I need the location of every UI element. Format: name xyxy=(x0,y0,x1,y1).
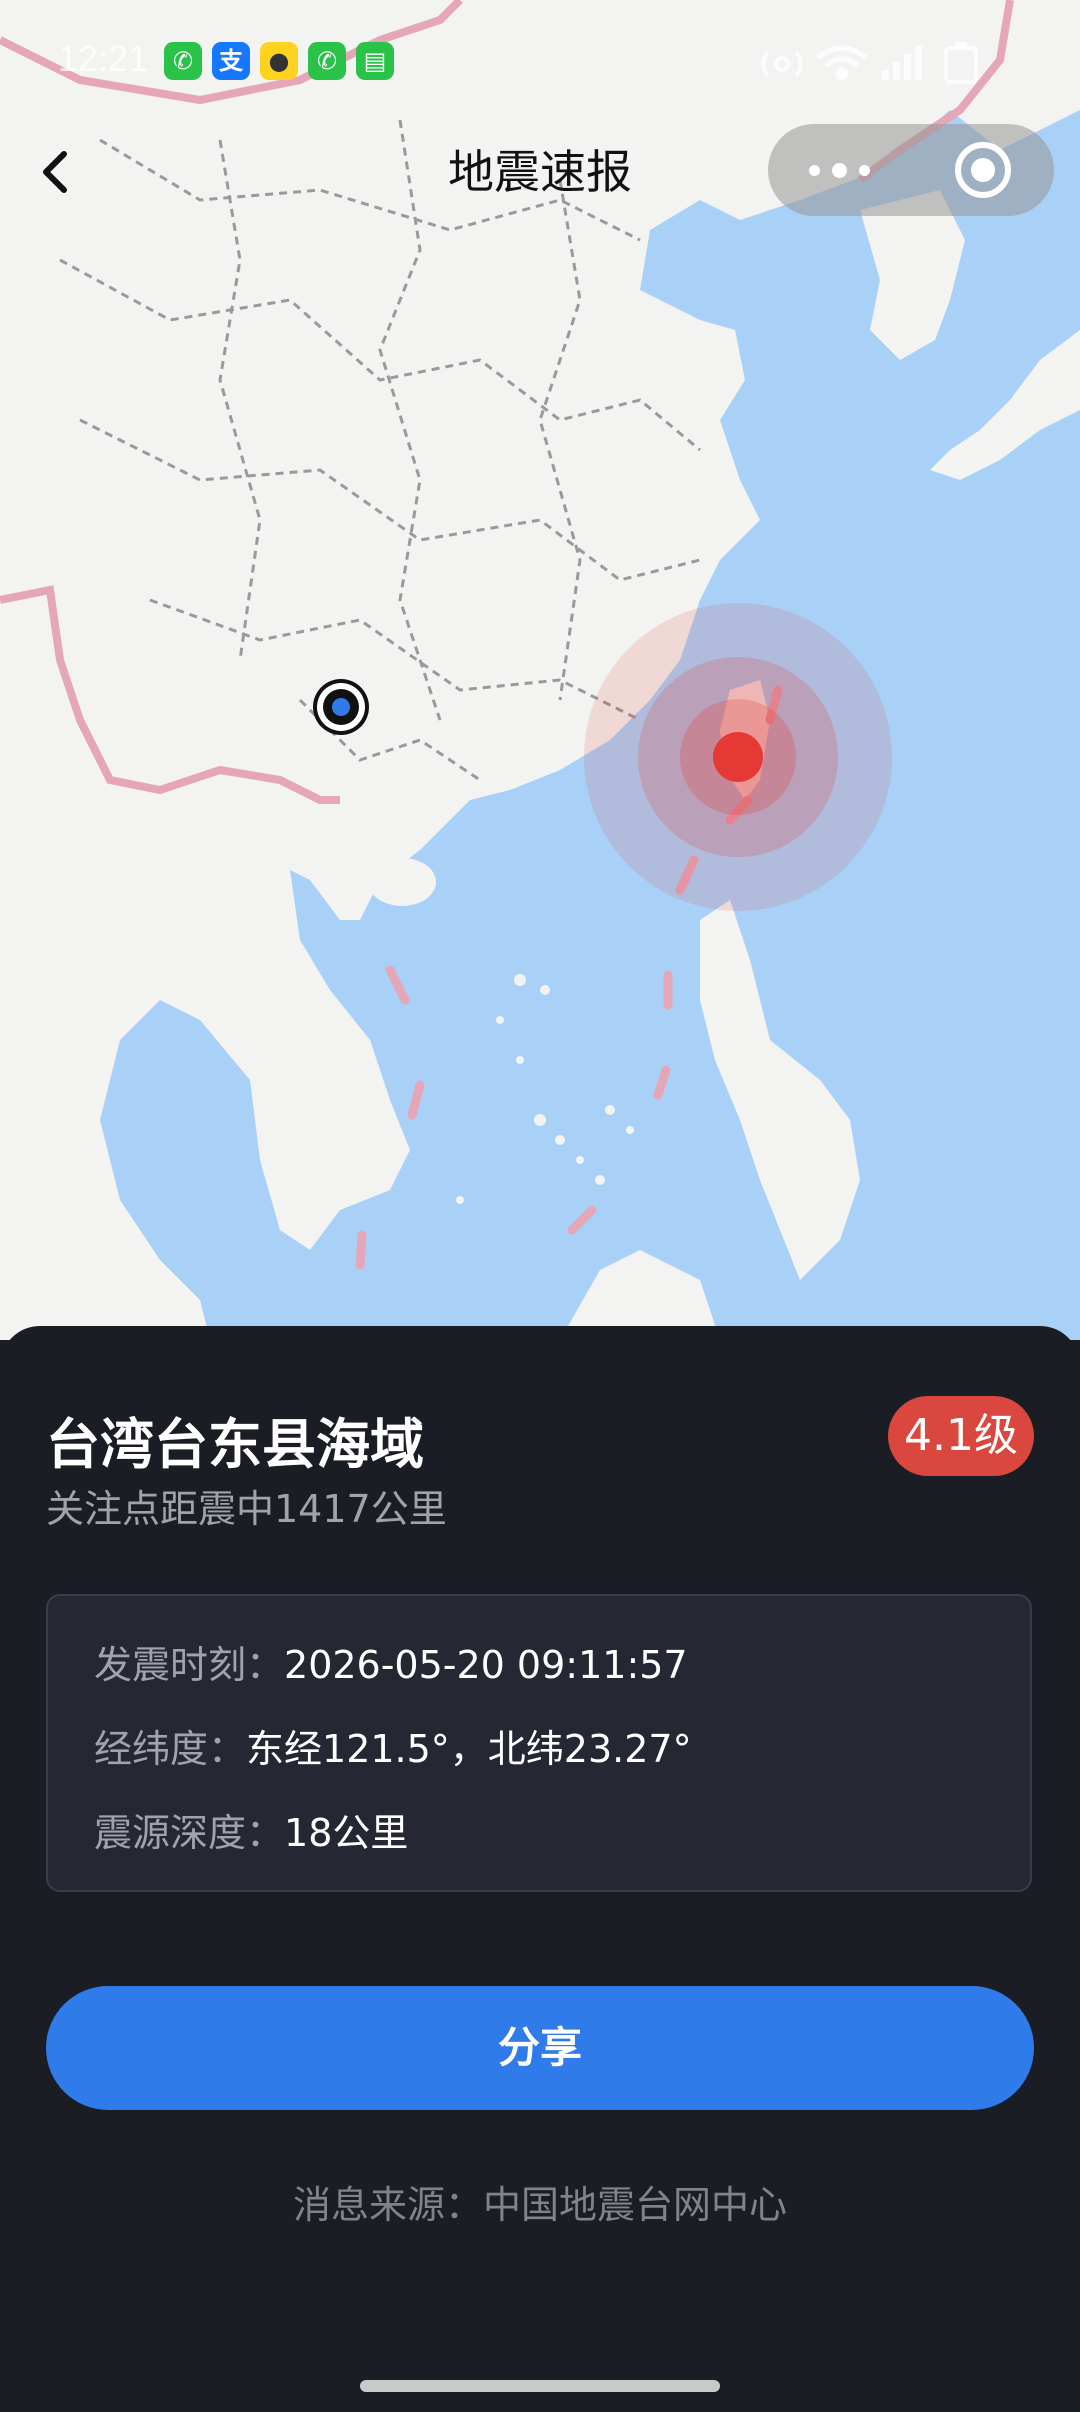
origin-time-label: 发震时刻： xyxy=(94,1643,285,1687)
battery-icon xyxy=(944,42,978,84)
phone-icon: ✆ xyxy=(164,42,202,80)
more-dot-icon xyxy=(859,164,870,176)
target-dot-icon xyxy=(971,158,995,182)
japan-landmass xyxy=(930,330,1080,480)
coordinates-row: 经纬度：东经121.5°，北纬23.27° xyxy=(94,1718,692,1773)
epicenter-marker[interactable] xyxy=(584,603,892,911)
origin-time-value: 2026-05-20 09:11:57 xyxy=(284,1643,688,1687)
source-text: 消息来源：中国地震台网中心 xyxy=(292,2183,787,2227)
depth-row: 震源深度：18公里 xyxy=(94,1802,408,1857)
user-location-marker[interactable] xyxy=(313,679,369,735)
signal-icon xyxy=(882,46,922,80)
phone-icon: ✆ xyxy=(308,42,346,80)
system-status-icons xyxy=(761,42,978,84)
philippines-landmass xyxy=(700,900,860,1280)
coordinates-label: 经纬度： xyxy=(94,1727,247,1771)
earthquake-info-sheet: 台湾台东县海域 关注点距震中1417公里 4.1级 发震时刻：2026-05-2… xyxy=(0,1326,1080,2412)
more-dot-icon xyxy=(809,164,820,176)
share-button[interactable]: 分享 xyxy=(46,1986,1034,2110)
message-icon: ▤ xyxy=(356,42,394,80)
coordinates-value: 东经121.5°，北纬23.27° xyxy=(246,1727,692,1771)
hainan-landmass xyxy=(368,858,436,906)
distance-to-epicenter: 关注点距震中1417公里 xyxy=(46,1487,447,1531)
depth-value: 18公里 xyxy=(284,1811,409,1855)
magnitude-badge: 4.1级 xyxy=(888,1396,1034,1476)
epicenter-location: 台湾台东县海域 xyxy=(46,1413,424,1476)
details-card: 发震时刻：2026-05-20 09:11:57 经纬度：东经121.5°，北纬… xyxy=(46,1594,1032,1892)
more-button[interactable] xyxy=(768,124,911,216)
depth-label: 震源深度： xyxy=(94,1811,285,1855)
close-mini-program-button[interactable] xyxy=(911,124,1054,216)
mini-program-capsule xyxy=(768,124,1054,216)
status-bar: 12:21 ✆ 支 ● ✆ ▤ xyxy=(0,0,1080,120)
mini-app-icon: ● xyxy=(260,42,298,80)
status-time: 12:21 xyxy=(58,38,149,79)
small-islands xyxy=(456,974,634,1204)
hotspot-icon xyxy=(761,50,803,78)
wifi-icon xyxy=(816,45,868,81)
origin-time-row: 发震时刻：2026-05-20 09:11:57 xyxy=(94,1634,688,1689)
alipay-icon: 支 xyxy=(212,42,250,80)
home-indicator[interactable] xyxy=(360,2380,720,2392)
more-dot-icon xyxy=(832,162,847,178)
